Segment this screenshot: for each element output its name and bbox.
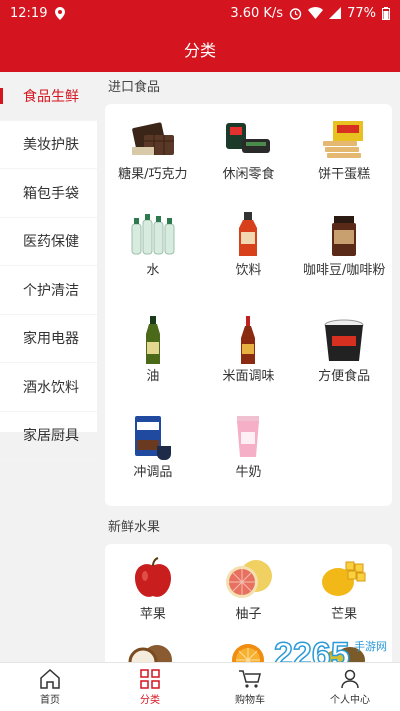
- subcategory-item[interactable]: 休闲零食: [201, 112, 297, 208]
- subcategory-label: 糖果/巧克力: [118, 167, 188, 182]
- nav-profile[interactable]: 个人中心: [300, 663, 400, 711]
- subcategory-label: 冲调品: [133, 465, 173, 480]
- sidebar-item-beauty[interactable]: 美妆护肤: [0, 121, 97, 169]
- pomelo-icon: [218, 552, 278, 606]
- subcategory-label: 休闲零食: [222, 167, 275, 182]
- battery-level: 77%: [347, 5, 376, 21]
- signal-icon: [329, 7, 342, 19]
- sidebar-item-health[interactable]: 医药保健: [0, 218, 97, 266]
- subcategory-label: 饮料: [235, 263, 262, 278]
- alarm-icon: [289, 7, 302, 20]
- subcategory-label: 水: [146, 263, 160, 278]
- subcategory-label: 苹果: [139, 607, 166, 622]
- subcategory-label: 米面调味: [222, 369, 275, 384]
- page-title: 分类: [183, 41, 216, 60]
- sidebar-item-label: 医药保健: [23, 234, 79, 251]
- subcategory-item[interactable]: 方便食品: [296, 314, 392, 410]
- subcategory-label: 饼干蛋糕: [318, 167, 371, 182]
- subcategory-item[interactable]: 柚子: [201, 552, 297, 636]
- bottom-nav: 首页 分类 购物车 个人中心: [0, 662, 400, 711]
- sidebar-item-label: 酒水饮料: [23, 379, 79, 396]
- drink-bottle-icon: [218, 208, 278, 262]
- sidebar-item-label: 箱包手袋: [23, 185, 79, 202]
- section-title: 进口食品: [108, 80, 161, 95]
- network-speed: 3.60 K/s: [230, 5, 284, 21]
- sidebar-item-food[interactable]: 食品生鲜: [0, 72, 97, 121]
- subcategory-grid: 糖果/巧克力 休闲零食 饼干蛋糕 水 饮料 咖啡豆/咖啡粉 油 米面调味 方便食…: [105, 104, 392, 506]
- coconut-icon: [123, 636, 183, 662]
- nav-category-label: 分类: [140, 694, 160, 706]
- status-time: 12:19: [10, 5, 48, 21]
- category-sidebar: 食品生鲜 美妆护肤 箱包手袋 医药保健 个护清洁 家用电器 酒水饮料 家居厨具: [0, 72, 97, 460]
- instant-noodle-icon: [314, 314, 374, 368]
- status-bar: 12:19 3.60 K/s 77%: [0, 0, 400, 26]
- subcategory-item[interactable]: 水: [105, 208, 201, 314]
- subcategory-item[interactable]: 芒果: [296, 552, 392, 636]
- coffee-jar-icon: [314, 208, 374, 262]
- wafer-icon: [314, 112, 374, 166]
- sauce-bottle-icon: [218, 314, 278, 368]
- nav-cart-label: 购物车: [235, 694, 265, 706]
- sidebar-item-label: 美妆护肤: [23, 137, 79, 154]
- snack-icon: [218, 112, 278, 166]
- watermark-subtext: 手游网: [354, 639, 387, 653]
- subcategory-item[interactable]: 糖果/巧克力: [105, 112, 201, 208]
- person-icon: [341, 669, 359, 688]
- drink-mix-icon: [123, 410, 183, 464]
- nav-home-label: 首页: [40, 694, 60, 706]
- battery-icon: [382, 6, 390, 20]
- subcategory-item[interactable]: [105, 636, 201, 662]
- subcategory-item[interactable]: 冲调品: [105, 410, 201, 506]
- apple-icon: [123, 552, 183, 606]
- sidebar-item-personal-care[interactable]: 个护清洁: [0, 266, 97, 315]
- category-content: 进口食品 糖果/巧克力 休闲零食 饼干蛋糕 水 饮料 咖啡豆/咖啡粉 油 米面调…: [97, 72, 400, 662]
- subcategory-item[interactable]: 饮料: [201, 208, 297, 314]
- subcategory-item[interactable]: 咖啡豆/咖啡粉: [296, 208, 392, 314]
- nav-cart[interactable]: 购物车: [200, 663, 300, 711]
- cart-icon: [239, 669, 261, 688]
- subcategory-item[interactable]: 苹果: [105, 552, 201, 636]
- nav-home[interactable]: 首页: [0, 663, 100, 711]
- orange-icon: [218, 636, 278, 662]
- sidebar-item-drinks[interactable]: 酒水饮料: [0, 363, 97, 412]
- page-header: 分类: [0, 26, 400, 72]
- subcategory-label: 芒果: [331, 607, 358, 622]
- water-bottles-icon: [123, 208, 183, 262]
- nav-category[interactable]: 分类: [100, 663, 200, 711]
- sidebar-item-label: 家居厨具: [23, 428, 79, 445]
- subcategory-item[interactable]: 饼干蛋糕: [296, 112, 392, 208]
- subcategory-item[interactable]: 油: [105, 314, 201, 410]
- location-icon: [55, 6, 66, 20]
- sidebar-item-label: 食品生鲜: [23, 88, 79, 105]
- home-icon: [40, 668, 60, 689]
- milk-cup-icon: [218, 410, 278, 464]
- section-title: 新鲜水果: [108, 520, 161, 535]
- subcategory-label: 咖啡豆/咖啡粉: [302, 263, 386, 278]
- sidebar-item-home-kitchen[interactable]: 家居厨具: [0, 412, 97, 460]
- wifi-icon: [308, 7, 324, 19]
- nav-profile-label: 个人中心: [330, 694, 370, 706]
- subcategory-item[interactable]: 牛奶: [201, 410, 297, 506]
- sidebar-item-label: 个护清洁: [23, 282, 79, 299]
- chocolate-icon: [123, 112, 183, 166]
- oil-bottle-icon: [123, 314, 183, 368]
- category-grid-icon: [140, 668, 160, 689]
- sidebar-item-appliances[interactable]: 家用电器: [0, 315, 97, 363]
- subcategory-label: 柚子: [235, 607, 262, 622]
- subcategory-label: 方便食品: [318, 369, 371, 384]
- subcategory-label: 油: [146, 369, 160, 384]
- subcategory-item[interactable]: 米面调味: [201, 314, 297, 410]
- subcategory-label: 牛奶: [235, 465, 262, 480]
- mango-icon: [314, 552, 374, 606]
- sidebar-item-bags[interactable]: 箱包手袋: [0, 169, 97, 218]
- sidebar-item-label: 家用电器: [23, 331, 79, 348]
